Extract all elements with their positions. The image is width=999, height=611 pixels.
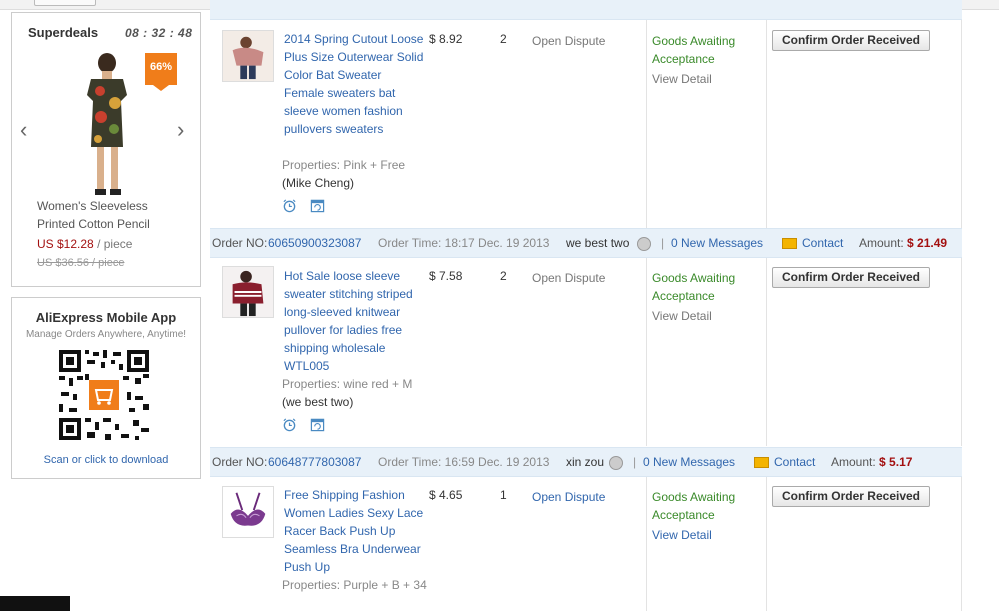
qr-code-icon[interactable] bbox=[57, 348, 151, 442]
order-status: Goods Awaiting Acceptance bbox=[652, 34, 736, 66]
refresh-calendar-icon[interactable] bbox=[310, 417, 325, 432]
product-name-link[interactable]: Free Shipping Fashion Women Ladies Sexy … bbox=[284, 486, 424, 576]
envelope-icon bbox=[754, 448, 769, 476]
product-properties: Properties: Purple + B + 34 bbox=[282, 578, 427, 592]
chevron-right-icon[interactable]: › bbox=[177, 117, 184, 143]
item-price: $ 7.58 bbox=[429, 269, 463, 283]
discount-badge: 66% bbox=[145, 53, 177, 91]
new-messages-link[interactable]: 0 New Messages bbox=[671, 229, 763, 257]
wangwang-chat-icon[interactable] bbox=[609, 448, 623, 476]
column-divider bbox=[766, 258, 767, 446]
item-actions bbox=[282, 198, 335, 214]
order-header-cropped bbox=[210, 0, 962, 20]
deal-product-image[interactable] bbox=[67, 51, 147, 201]
countdown-timer: 08 : 32 : 48 bbox=[125, 26, 193, 40]
product-properties: Properties: wine red + M bbox=[282, 377, 413, 391]
deal-name-line: Women's Sleeveless bbox=[37, 199, 148, 213]
deal-price-value: US $12.28 bbox=[37, 237, 94, 251]
contact-link[interactable]: Contact bbox=[802, 229, 843, 257]
column-divider bbox=[961, 477, 962, 611]
alarm-clock-icon[interactable] bbox=[282, 417, 297, 432]
refresh-calendar-icon[interactable] bbox=[310, 198, 325, 213]
deal-price-unit: / piece bbox=[97, 237, 133, 251]
product-thumbnail[interactable] bbox=[222, 30, 274, 82]
new-messages-link[interactable]: 0 New Messages bbox=[643, 448, 735, 476]
product-name-link[interactable]: 2014 Spring Cutout Loose Plus Size Outer… bbox=[284, 30, 424, 138]
view-detail-link[interactable]: View Detail bbox=[652, 72, 712, 86]
column-divider bbox=[646, 258, 647, 446]
view-detail-link[interactable]: View Detail bbox=[652, 528, 712, 542]
alarm-clock-icon[interactable] bbox=[282, 198, 297, 213]
confirm-order-received-button[interactable]: Confirm Order Received bbox=[772, 486, 930, 507]
item-quantity: 2 bbox=[500, 269, 507, 283]
order-status: Goods Awaiting Acceptance bbox=[652, 490, 736, 522]
buyer-name: (we best two) bbox=[282, 395, 354, 409]
order-header: Order NO: 60650900323087 Order Time: 18:… bbox=[210, 228, 962, 258]
column-divider bbox=[961, 10, 962, 228]
deal-product-name[interactable]: Women's Sleeveless Printed Cotton Pencil bbox=[37, 197, 187, 233]
separator: | bbox=[633, 455, 637, 469]
item-quantity: 2 bbox=[500, 32, 507, 46]
app-subtitle: Manage Orders Anywhere, Anytime! bbox=[25, 329, 187, 340]
chevron-left-icon[interactable]: ‹ bbox=[20, 117, 27, 143]
seller-name[interactable]: xin zou bbox=[566, 448, 604, 476]
amount-label: Amount: bbox=[831, 455, 876, 469]
column-divider bbox=[961, 258, 962, 446]
download-app-link[interactable]: Scan or click to download bbox=[12, 454, 200, 466]
superdeals-title: Superdeals bbox=[28, 25, 99, 40]
amount-label: Amount: bbox=[859, 236, 904, 250]
top-control[interactable] bbox=[34, 0, 96, 6]
amount-value: $ 21.49 bbox=[907, 236, 948, 250]
contact-link[interactable]: Contact bbox=[774, 448, 815, 476]
mobile-app-widget: AliExpress Mobile App Manage Orders Anyw… bbox=[11, 297, 201, 479]
item-quantity: 1 bbox=[500, 488, 507, 502]
item-price: $ 4.65 bbox=[429, 488, 463, 502]
open-dispute-link[interactable]: Open Dispute bbox=[532, 490, 605, 504]
product-thumbnail[interactable] bbox=[222, 486, 274, 538]
deal-price: US $12.28 / piece bbox=[37, 237, 132, 251]
item-actions bbox=[282, 417, 335, 433]
item-price: $ 8.92 bbox=[429, 32, 463, 46]
deal-name-line: Printed Cotton Pencil bbox=[37, 217, 150, 231]
orders-list: 2014 Spring Cutout Loose Plus Size Outer… bbox=[210, 0, 962, 611]
column-divider bbox=[646, 10, 647, 228]
taskbar-corner bbox=[0, 596, 70, 611]
deal-old-price: US $36.56 / piece bbox=[37, 257, 125, 269]
column-divider bbox=[766, 477, 767, 611]
seller-name[interactable]: we best two bbox=[566, 229, 629, 257]
confirm-order-received-button[interactable]: Confirm Order Received bbox=[772, 30, 930, 51]
order-no-label: Order NO: bbox=[212, 236, 268, 250]
order-status: Goods Awaiting Acceptance bbox=[652, 271, 736, 303]
separator: | bbox=[661, 236, 665, 250]
wangwang-chat-icon[interactable] bbox=[637, 229, 651, 257]
order-header: Order NO: 60648777803087 Order Time: 16:… bbox=[210, 447, 962, 477]
order-time: Order Time: 18:17 Dec. 19 2013 bbox=[378, 236, 550, 250]
amount-value: $ 5.17 bbox=[879, 455, 913, 469]
order-no-label: Order NO: bbox=[212, 455, 268, 469]
column-divider bbox=[766, 10, 767, 228]
envelope-icon bbox=[782, 229, 797, 257]
view-detail-link[interactable]: View Detail bbox=[652, 309, 712, 323]
order-time: Order Time: 16:59 Dec. 19 2013 bbox=[378, 455, 550, 469]
product-name-link[interactable]: Hot Sale loose sleeve sweater stitching … bbox=[284, 267, 424, 375]
order-amount: Amount: $ 5.17 bbox=[831, 448, 912, 476]
buyer-name: (Mike Cheng) bbox=[282, 176, 355, 190]
confirm-order-received-button[interactable]: Confirm Order Received bbox=[772, 267, 930, 288]
order-number-link[interactable]: 60648777803087 bbox=[268, 448, 361, 476]
product-thumbnail[interactable] bbox=[222, 266, 274, 318]
app-title: AliExpress Mobile App bbox=[35, 310, 177, 325]
superdeals-widget: Superdeals 08 : 32 : 48 66% ‹ › Women's … bbox=[11, 12, 201, 287]
order-number-link[interactable]: 60650900323087 bbox=[268, 229, 361, 257]
order-amount: Amount: $ 21.49 bbox=[859, 229, 947, 257]
product-properties: Properties: Pink + Free bbox=[282, 158, 406, 172]
open-dispute-link[interactable]: Open Dispute bbox=[532, 34, 605, 48]
column-divider bbox=[646, 477, 647, 611]
open-dispute-link[interactable]: Open Dispute bbox=[532, 271, 605, 285]
